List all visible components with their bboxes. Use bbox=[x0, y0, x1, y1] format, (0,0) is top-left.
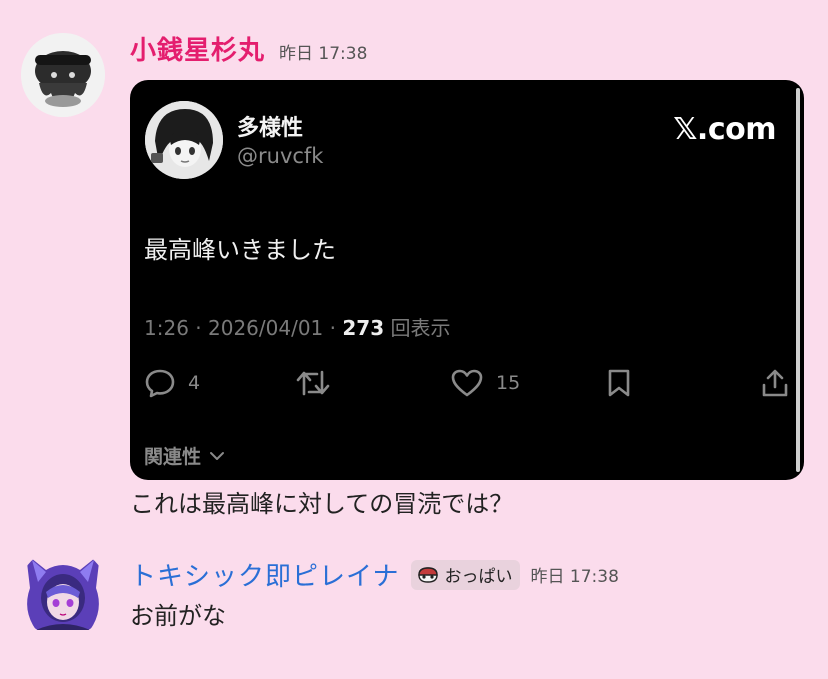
tweet-date: 2026/04/01 bbox=[208, 316, 324, 340]
purple-hood-character-icon bbox=[18, 548, 108, 638]
tweet-time: 1:26 bbox=[144, 316, 189, 340]
repost-icon bbox=[296, 370, 330, 396]
meta-separator: · bbox=[195, 316, 208, 340]
tweet-author-name[interactable]: 多様性 bbox=[237, 110, 303, 142]
author-avatar[interactable] bbox=[21, 33, 105, 117]
tweet-views-count: 273 bbox=[342, 316, 385, 340]
tweet-author-avatar[interactable] bbox=[145, 101, 223, 179]
repost-button[interactable] bbox=[295, 368, 331, 398]
message-timestamp: 昨日 17:38 bbox=[279, 44, 368, 64]
like-count: 15 bbox=[496, 372, 521, 394]
bookmark-button[interactable] bbox=[606, 368, 632, 398]
octopus-plush-icon bbox=[21, 33, 105, 117]
tweet-embed[interactable]: 多様性 @ruvcfk 𝕏.com 最高峰いきました 1:26 · 2026/0… bbox=[130, 80, 804, 480]
message-text: お前がな bbox=[130, 602, 226, 630]
author-name[interactable]: 小銭星杉丸 bbox=[130, 30, 265, 67]
role-badge-label: おっぱい bbox=[444, 567, 513, 587]
x-logo-icon[interactable]: 𝕏.com bbox=[673, 112, 776, 147]
share-icon bbox=[762, 369, 788, 397]
like-button[interactable]: 15 bbox=[450, 368, 520, 398]
related-label: 関連性 bbox=[144, 446, 202, 468]
tweet-actions: 4 15 bbox=[130, 368, 804, 402]
reply-icon bbox=[145, 369, 175, 398]
bookmark-icon bbox=[608, 369, 630, 397]
message-timestamp: 昨日 17:38 bbox=[530, 567, 619, 587]
author-name[interactable]: トキシック即ピレイナ bbox=[130, 556, 399, 593]
tweet-text: 最高峰いきました bbox=[144, 236, 336, 264]
anime-girl-avatar-icon bbox=[145, 101, 223, 179]
meta-separator: · bbox=[329, 316, 343, 340]
role-badge[interactable]: おっぱい bbox=[411, 559, 521, 590]
message-header: 小銭星杉丸 昨日 17:38 bbox=[130, 30, 367, 67]
tweet-author-handle[interactable]: @ruvcfk bbox=[237, 144, 323, 168]
message-text: これは最高峰に対しての冒涜では？ bbox=[130, 490, 514, 518]
tweet-meta: 1:26 · 2026/04/01 · 273 回表示 bbox=[144, 312, 450, 341]
message-header: トキシック即ピレイナ おっぱい 昨日 17:38 bbox=[130, 556, 619, 593]
share-button[interactable] bbox=[760, 368, 790, 398]
embed-scrollbar[interactable] bbox=[796, 88, 800, 472]
reply-count: 4 bbox=[188, 372, 201, 394]
role-emoji-icon bbox=[418, 566, 439, 583]
reply-button[interactable]: 4 bbox=[144, 368, 200, 398]
tweet-views-label: 回表示 bbox=[390, 316, 451, 340]
heart-icon bbox=[451, 369, 483, 397]
chevron-down-icon bbox=[210, 451, 225, 460]
author-avatar[interactable] bbox=[18, 548, 108, 638]
related-sort-dropdown[interactable]: 関連性 bbox=[144, 442, 227, 469]
